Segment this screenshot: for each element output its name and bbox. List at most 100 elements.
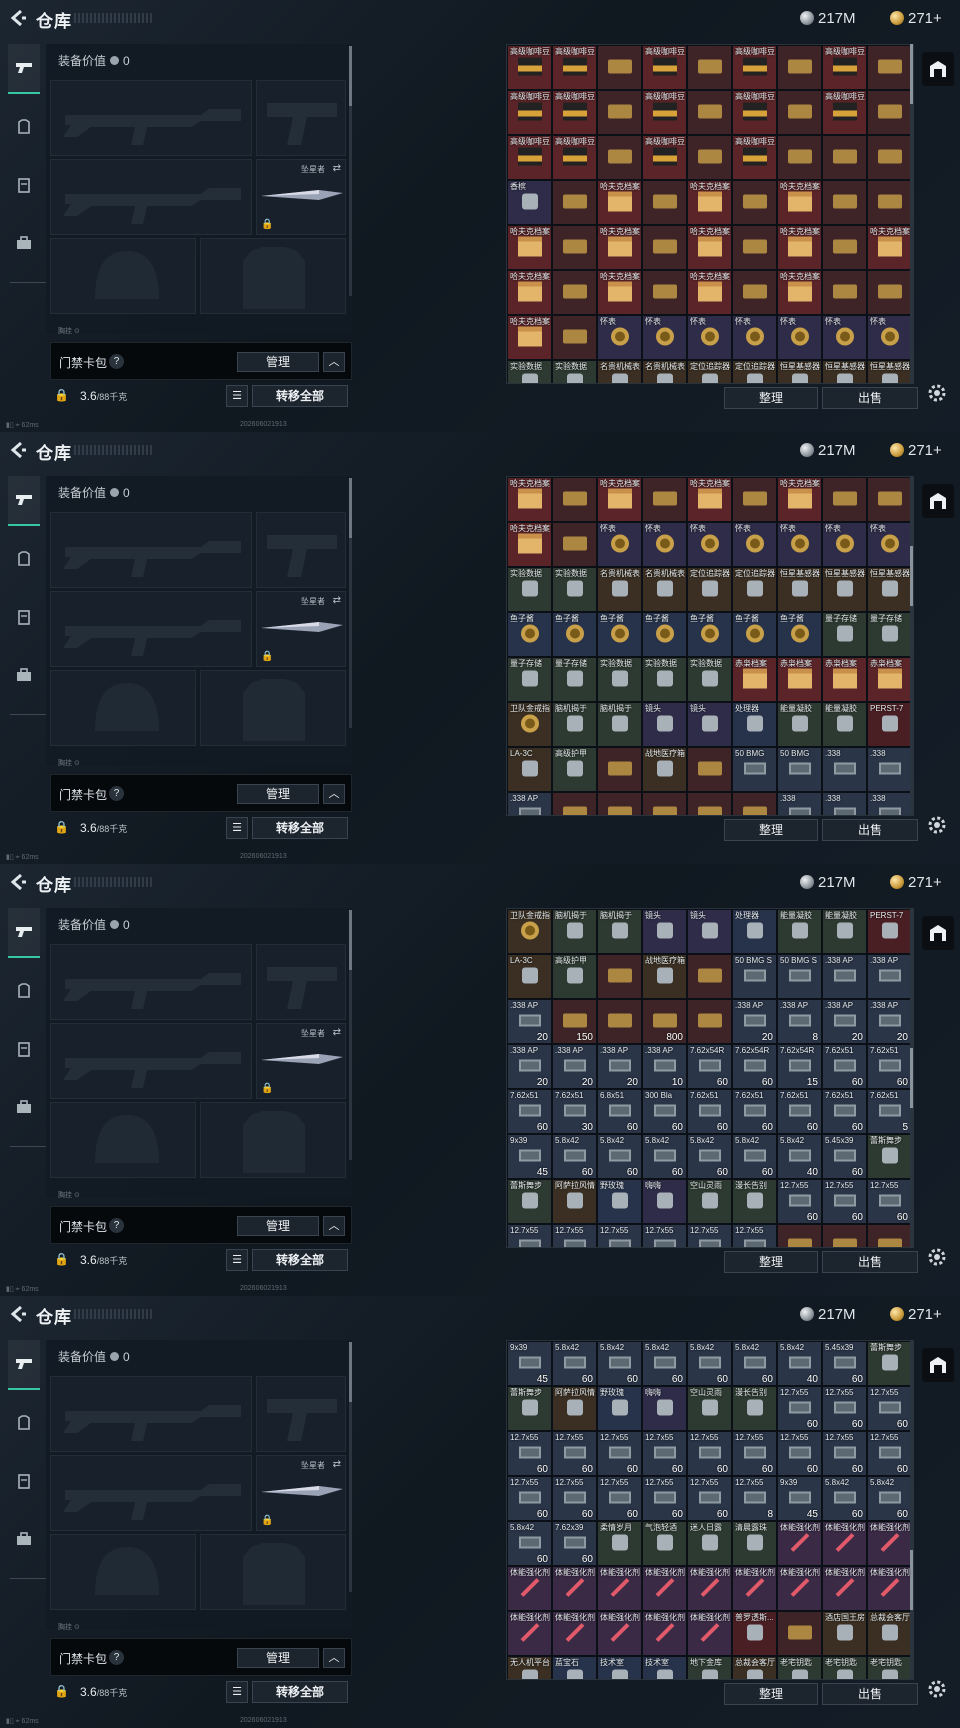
inventory-cell[interactable] bbox=[597, 747, 642, 792]
sidebar-item-armor[interactable] bbox=[8, 534, 40, 584]
inventory-cell[interactable]: 定位追踪器 bbox=[687, 567, 732, 612]
inventory-cell[interactable]: 12.7x55 60 bbox=[687, 1431, 732, 1476]
inventory-cell[interactable]: 12.7x55 bbox=[687, 1224, 732, 1247]
inventory-cell[interactable]: 12.7x55 60 bbox=[777, 1179, 822, 1224]
inventory-cell[interactable]: 12.7x55 60 bbox=[642, 1476, 687, 1521]
inventory-cell[interactable]: 实验数据 bbox=[507, 567, 552, 612]
inventory-cell[interactable]: 气泡轻酒 bbox=[642, 1521, 687, 1566]
collapse-button[interactable]: ︿ bbox=[323, 352, 345, 372]
inventory-cell[interactable]: 漫长告别 bbox=[732, 1179, 777, 1224]
settings-gear-icon[interactable] bbox=[926, 1246, 948, 1268]
tidy-button[interactable]: 整理 bbox=[724, 387, 818, 409]
inventory-cell[interactable] bbox=[732, 225, 777, 270]
helmet-slot[interactable] bbox=[50, 1534, 196, 1610]
inventory-cell[interactable]: LA-3C bbox=[507, 747, 552, 792]
inventory-cell[interactable]: 12.7x55 60 bbox=[687, 1476, 732, 1521]
inventory-cell[interactable]: 脑机揭于 bbox=[597, 702, 642, 747]
inventory-cell[interactable] bbox=[777, 1611, 822, 1656]
help-icon[interactable]: ? bbox=[109, 786, 124, 801]
inventory-cell[interactable] bbox=[597, 90, 642, 135]
inventory-cell[interactable] bbox=[597, 135, 642, 180]
inventory-cell[interactable] bbox=[822, 477, 867, 522]
inventory-cell[interactable]: 12.7x55 60 bbox=[777, 1431, 822, 1476]
melee-slot[interactable]: 坠星者 ⇄ 🔒 bbox=[256, 1455, 346, 1531]
inventory-cell[interactable]: 空山灵雨 bbox=[687, 1386, 732, 1431]
inventory-cell[interactable]: 50 BMG S bbox=[732, 954, 777, 999]
inventory-cell[interactable]: 怀表 bbox=[687, 522, 732, 567]
inventory-cell[interactable]: 体能强化剂 bbox=[642, 1566, 687, 1611]
inventory-cell[interactable]: 哈夫克档案 bbox=[777, 477, 822, 522]
inventory-cell[interactable]: 定位追踪器 bbox=[687, 360, 732, 383]
inventory-cell[interactable] bbox=[597, 954, 642, 999]
inventory-cell[interactable]: 鱼子酱 bbox=[597, 612, 642, 657]
inventory-cell[interactable]: 12.7x55 60 bbox=[867, 1179, 912, 1224]
inventory-cell[interactable]: 清晨露珠 bbox=[732, 1521, 777, 1566]
inventory-cell[interactable]: 体能强化剂 bbox=[552, 1611, 597, 1656]
inventory-cell[interactable] bbox=[732, 477, 777, 522]
inventory-cell[interactable]: 恒星基感器 bbox=[822, 567, 867, 612]
inventory-cell[interactable]: 恒星基感器 bbox=[777, 567, 822, 612]
inventory-cell[interactable]: 7.62x51 5 bbox=[867, 1089, 912, 1134]
inventory-cell[interactable]: 怀表 bbox=[732, 522, 777, 567]
inventory-cell[interactable]: 嗨嗨 bbox=[642, 1179, 687, 1224]
armor-slot[interactable] bbox=[200, 238, 346, 314]
sell-button[interactable]: 出售 bbox=[822, 819, 918, 841]
inventory-cell[interactable]: 12.7x55 60 bbox=[867, 1386, 912, 1431]
primary-weapon-slot[interactable] bbox=[50, 1376, 252, 1452]
inventory-cell[interactable]: 实验数据 bbox=[597, 657, 642, 702]
inventory-cell[interactable]: 12.7x55 60 bbox=[822, 1179, 867, 1224]
inventory-cell[interactable] bbox=[552, 315, 597, 360]
sidebar-item-rig[interactable] bbox=[8, 1024, 40, 1074]
sidebar-item-rig[interactable] bbox=[8, 592, 40, 642]
inventory-cell[interactable] bbox=[867, 477, 912, 522]
collapse-button[interactable]: ︿ bbox=[323, 1648, 345, 1668]
inventory-cell[interactable]: 蕾斯舞步 bbox=[507, 1179, 552, 1224]
inventory-cell[interactable]: 蕾斯舞步 bbox=[867, 1341, 912, 1386]
inventory-cell[interactable]: .338 AP bbox=[822, 954, 867, 999]
inventory-cell[interactable]: 7.62x51 60 bbox=[687, 1089, 732, 1134]
inventory-cell[interactable]: 5.45x39 60 bbox=[822, 1341, 867, 1386]
inventory-cell[interactable]: 7.62x51 60 bbox=[867, 1044, 912, 1089]
inventory-cell[interactable]: 地下金库 bbox=[687, 1656, 732, 1679]
inventory-cell[interactable]: 名贵机械表 bbox=[597, 360, 642, 383]
gold-currency[interactable]: 271+ bbox=[890, 873, 942, 891]
sidebar-item-backpack[interactable] bbox=[8, 1082, 40, 1132]
inventory-cell[interactable] bbox=[642, 225, 687, 270]
inventory-cell[interactable]: 12.7x55 bbox=[507, 1224, 552, 1247]
inventory-cell[interactable]: 5.8x42 60 bbox=[552, 1134, 597, 1179]
inventory-cell[interactable]: 能量凝胶 bbox=[777, 909, 822, 954]
inventory-cell[interactable]: 野玫瑰 bbox=[597, 1386, 642, 1431]
inventory-cell[interactable]: 柔情岁月 bbox=[597, 1521, 642, 1566]
inventory-cell[interactable]: .338 bbox=[822, 747, 867, 792]
inventory-cell[interactable]: 7.62x51 60 bbox=[777, 1089, 822, 1134]
inventory-cell[interactable]: 高级咖啡豆 bbox=[642, 135, 687, 180]
inventory-cell[interactable] bbox=[597, 999, 642, 1044]
inventory-cell[interactable]: 空山灵雨 bbox=[687, 1179, 732, 1224]
inventory-cell[interactable]: 7.62x39 60 bbox=[552, 1521, 597, 1566]
inventory-cell[interactable]: 体能强化剂 bbox=[687, 1611, 732, 1656]
inventory-cell[interactable]: 5.8x42 60 bbox=[867, 1476, 912, 1521]
inventory-cell[interactable]: 怀表 bbox=[597, 522, 642, 567]
melee-slot[interactable]: 坠星者 ⇄ 🔒 bbox=[256, 1023, 346, 1099]
inventory-cell[interactable]: PERST-7 bbox=[867, 909, 912, 954]
pistol-slot[interactable] bbox=[256, 1376, 346, 1452]
sidebar-item-armor[interactable] bbox=[8, 966, 40, 1016]
inventory-cell[interactable]: 7.62x54R 15 bbox=[777, 1044, 822, 1089]
inventory-cell[interactable]: 体能强化剂 bbox=[507, 1611, 552, 1656]
inventory-cell[interactable]: 技术室 bbox=[597, 1656, 642, 1679]
inventory-cell[interactable] bbox=[687, 792, 732, 815]
inventory-cell[interactable]: .338 AP 20 bbox=[507, 999, 552, 1044]
inventory-cell[interactable]: 50 BMG bbox=[777, 747, 822, 792]
inventory-scrollbar[interactable] bbox=[910, 908, 913, 1248]
inventory-cell[interactable]: 怀表 bbox=[867, 315, 912, 360]
inventory-cell[interactable]: 高级咖啡豆 bbox=[552, 90, 597, 135]
inventory-cell[interactable]: 12.7x55 8 bbox=[732, 1476, 777, 1521]
gold-currency[interactable]: 271+ bbox=[890, 1305, 942, 1323]
inventory-cell[interactable]: 哈夫克档案 bbox=[597, 270, 642, 315]
inventory-cell[interactable]: 怀表 bbox=[732, 315, 777, 360]
equipment-scrollbar[interactable] bbox=[349, 1342, 352, 1592]
inventory-cell[interactable]: 哈夫克档案 bbox=[597, 180, 642, 225]
inventory-cell[interactable]: 12.7x55 bbox=[732, 1224, 777, 1247]
inventory-cell[interactable]: .338 AP 8 bbox=[777, 999, 822, 1044]
inventory-cell[interactable]: 12.7x55 60 bbox=[552, 1476, 597, 1521]
